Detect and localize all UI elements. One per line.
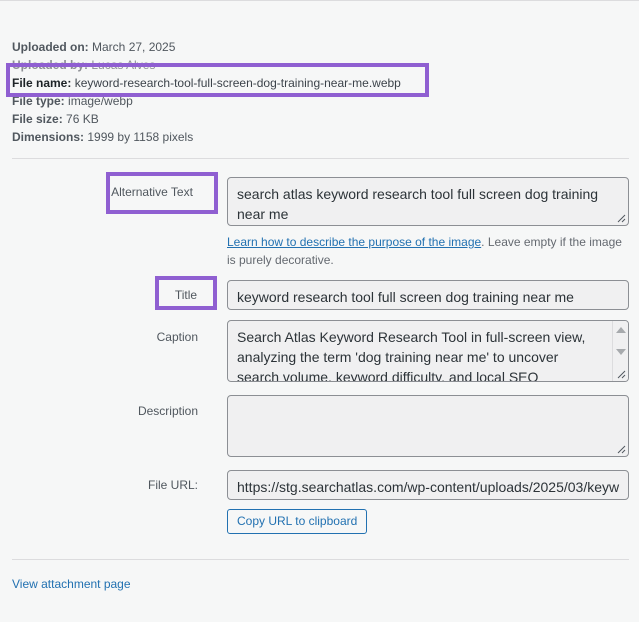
resize-grip-icon[interactable] [617, 445, 626, 454]
file-size-key: File size: [12, 112, 63, 126]
file-url-input[interactable]: https://stg.searchatlas.com/wp-content/u… [227, 470, 629, 500]
file-name-key: File name: [12, 76, 72, 90]
file-url-value: https://stg.searchatlas.com/wp-content/u… [237, 479, 620, 495]
caption-textarea[interactable]: Search Atlas Keyword Research Tool in fu… [227, 320, 629, 382]
dimensions-row: Dimensions: 1999 by 1158 pixels [12, 128, 401, 146]
file-name-value: keyword-research-tool-full-screen-dog-tr… [74, 76, 401, 90]
file-size-row: File size: 76 KB [12, 110, 401, 128]
attachment-details-panel: Uploaded on: March 27, 2025 Uploaded by:… [0, 0, 639, 622]
metadata-divider [12, 158, 629, 159]
file-url-label: File URL: [147, 478, 198, 492]
alt-text-help: Learn how to describe the purpose of the… [227, 233, 629, 269]
file-name-row: File name: keyword-research-tool-full-sc… [12, 74, 401, 92]
resize-grip-icon[interactable] [617, 214, 626, 223]
alt-text-textarea[interactable]: search atlas keyword research tool full … [227, 177, 629, 226]
uploaded-by-value: Lucas Alves [91, 58, 156, 72]
title-input[interactable]: keyword research tool full screen dog tr… [227, 280, 629, 310]
uploaded-on-value: March 27, 2025 [92, 40, 176, 54]
uploaded-by-key: Uploaded by: [12, 58, 89, 72]
alt-text-help-link[interactable]: Learn how to describe the purpose of the… [227, 235, 481, 249]
caption-label: Caption [156, 330, 198, 344]
file-size-value: 76 KB [66, 112, 99, 126]
file-metadata: Uploaded on: March 27, 2025 Uploaded by:… [12, 38, 401, 146]
caption-value: Search Atlas Keyword Research Tool in fu… [237, 329, 586, 382]
bottom-divider [12, 559, 629, 560]
scroll-up-arrow-icon[interactable] [616, 327, 626, 333]
resize-grip-icon[interactable] [617, 370, 626, 379]
dimensions-value: 1999 by 1158 pixels [87, 130, 194, 144]
alt-text-value: search atlas keyword research tool full … [237, 186, 599, 222]
file-type-value: image/webp [68, 94, 133, 108]
uploaded-on-row: Uploaded on: March 27, 2025 [12, 38, 401, 56]
alt-text-label: Alternative Text [111, 185, 193, 199]
view-attachment-page-link[interactable]: View attachment page [12, 577, 131, 591]
description-label: Description [137, 404, 198, 418]
description-textarea[interactable] [227, 395, 629, 457]
file-type-key: File type: [12, 94, 65, 108]
dimensions-key: Dimensions: [12, 130, 85, 144]
uploaded-by-row: Uploaded by: Lucas Alves [12, 56, 401, 74]
scroll-down-arrow-icon[interactable] [616, 349, 626, 355]
title-value: keyword research tool full screen dog tr… [237, 289, 574, 305]
top-border [0, 0, 639, 1]
file-type-row: File type: image/webp [12, 92, 401, 110]
copy-url-button[interactable]: Copy URL to clipboard [227, 509, 368, 534]
title-label: Title [174, 288, 198, 302]
uploaded-on-key: Uploaded on: [12, 40, 89, 54]
